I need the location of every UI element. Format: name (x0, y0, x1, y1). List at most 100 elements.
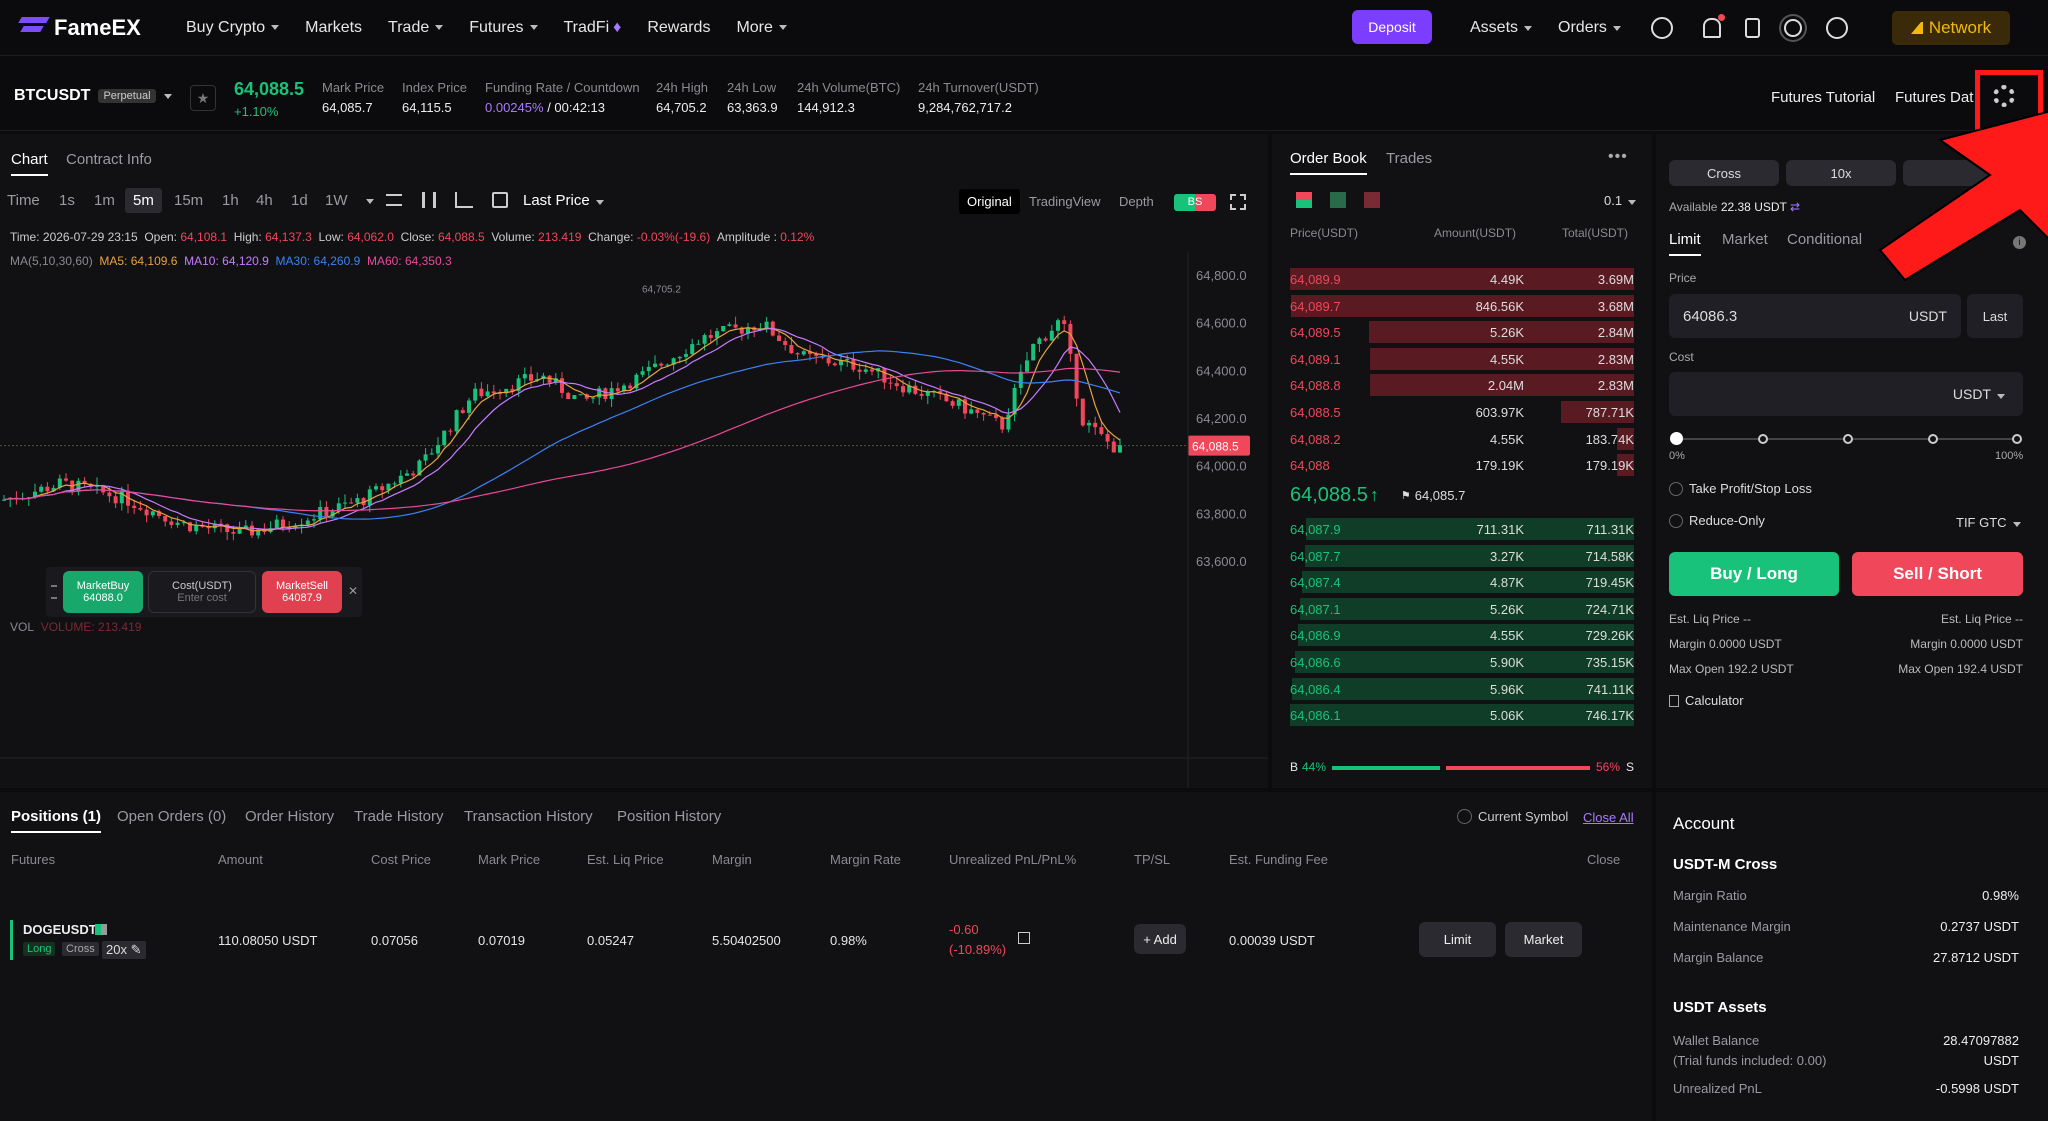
interval-15m[interactable]: 15m (174, 192, 203, 209)
drag-handle-icon[interactable] (51, 585, 57, 599)
tif-select[interactable]: TIF GTC (1956, 515, 2021, 530)
book-view-bids-icon[interactable] (1330, 192, 1346, 208)
nav-assets[interactable]: Assets (1470, 19, 1533, 37)
tpsl-checkbox[interactable]: Take Profit/Stop Loss (1669, 481, 1812, 496)
indicator-chart-icon[interactable] (455, 192, 473, 208)
nav-markets[interactable]: Markets (305, 19, 362, 37)
interval-5m[interactable]: 5m (125, 188, 162, 213)
tab-contract-info[interactable]: Contract Info (66, 151, 152, 168)
price-mode-select[interactable]: Last Price (523, 192, 604, 209)
bid-row[interactable]: 64,087.7 3.27K 714.58K (1290, 543, 1634, 569)
transfer-icon[interactable]: ⇄ (1790, 200, 1800, 214)
bid-row[interactable]: 64,086.9 4.55K 729.26K (1290, 622, 1634, 648)
bid-row[interactable]: 64,086.1 5.06K 746.17K (1290, 702, 1634, 728)
nav-orders[interactable]: Orders (1558, 19, 1621, 37)
slider-tick[interactable] (1758, 434, 1768, 444)
close-all-link[interactable]: Close All (1583, 810, 1634, 825)
ask-row[interactable]: 64,088.2 4.55K 183.74K (1290, 426, 1634, 452)
tab-transaction-history[interactable]: Transaction History (464, 808, 593, 825)
price-input[interactable]: 64086.3 USDT (1669, 294, 1961, 338)
book-view-both-icon[interactable] (1296, 192, 1312, 208)
tab-trade-history[interactable]: Trade History (354, 808, 443, 825)
interval-1d[interactable]: 1d (291, 192, 308, 209)
fameex-logo[interactable]: FameEX (20, 15, 160, 41)
slider-tick[interactable] (1928, 434, 1938, 444)
position-symbol[interactable]: DOGEUSDT (23, 922, 97, 937)
interval-time[interactable]: Time (7, 192, 40, 209)
order-tab-conditional[interactable]: Conditional (1787, 231, 1862, 248)
bid-row[interactable]: 64,086.6 5.90K 735.15K (1290, 649, 1634, 675)
view-depth[interactable]: Depth (1119, 194, 1154, 209)
tab-trades[interactable]: Trades (1386, 150, 1432, 167)
favorite-star-icon[interactable]: ★ (190, 85, 216, 111)
view-tradingview[interactable]: TradingView (1029, 194, 1101, 209)
tab-positions[interactable]: Positions (1) (11, 808, 102, 833)
chevron-down-icon[interactable] (366, 199, 374, 204)
tab-position-history[interactable]: Position History (617, 808, 721, 825)
buy-long-button[interactable]: Buy / Long (1669, 552, 1839, 596)
close-icon[interactable]: ✕ (348, 584, 358, 598)
slider-handle[interactable] (1670, 432, 1683, 445)
leverage-badge[interactable]: 20x ✎ (102, 941, 146, 959)
order-tab-limit[interactable]: Limit (1669, 231, 1701, 256)
bid-row[interactable]: 64,087.1 5.26K 724.71K (1290, 596, 1634, 622)
last-price-button[interactable]: Last (1967, 294, 2023, 338)
interval-1w[interactable]: 1W (325, 192, 348, 209)
bid-row[interactable]: 64,087.9 711.31K 711.31K (1290, 516, 1634, 542)
external-link-icon[interactable] (492, 192, 508, 208)
book-view-asks-icon[interactable] (1364, 192, 1380, 208)
market-buy-button[interactable]: MarketBuy 64088.0 (63, 571, 143, 613)
close-market-button[interactable]: Market (1505, 922, 1582, 957)
view-original[interactable]: Original (959, 189, 1020, 214)
network-button[interactable]: Network (1892, 11, 2010, 45)
bid-row[interactable]: 64,086.4 5.96K 741.11K (1290, 676, 1634, 702)
download-icon[interactable] (1744, 18, 1760, 38)
ask-row[interactable]: 64,088.5 603.97K 787.71K (1290, 399, 1634, 425)
cost-input[interactable]: Cost(USDT) Enter cost (148, 571, 256, 613)
more-options-icon[interactable]: ••• (1608, 148, 1628, 166)
calculator-link[interactable]: Calculator (1669, 693, 1744, 708)
interval-4h[interactable]: 4h (256, 192, 273, 209)
bell-icon[interactable] (1702, 14, 1725, 38)
deposit-button[interactable]: Deposit (1352, 10, 1432, 44)
reduce-only-checkbox[interactable]: Reduce-Only (1669, 513, 1765, 528)
tab-order-history[interactable]: Order History (245, 808, 334, 825)
ask-row[interactable]: 64,088.8 2.04M 2.83M (1290, 372, 1634, 398)
bs-toggle[interactable]: BS (1174, 194, 1216, 211)
nav-buy-crypto[interactable]: Buy Crypto (186, 19, 280, 37)
ask-row[interactable]: 64,089.1 4.55K 2.83M (1290, 346, 1634, 372)
margin-mode-button[interactable]: Cross (1669, 160, 1779, 186)
tab-open-orders[interactable]: Open Orders (0) (117, 808, 226, 825)
interval-1s[interactable]: 1s (59, 192, 75, 209)
close-limit-button[interactable]: Limit (1419, 922, 1496, 957)
candle-type-icon[interactable] (422, 192, 436, 208)
interval-1m[interactable]: 1m (94, 192, 115, 209)
current-symbol-checkbox[interactable]: Current Symbol (1457, 809, 1568, 824)
nav-more[interactable]: More (736, 19, 787, 37)
ask-row[interactable]: 64,089.9 4.49K 3.69M (1290, 266, 1634, 292)
fullscreen-icon[interactable] (1230, 194, 1246, 210)
ask-row[interactable]: 64,088 179.19K 179.19K (1290, 452, 1634, 478)
theme-sun-icon[interactable] (1783, 19, 1802, 37)
user-icon[interactable] (1650, 17, 1673, 39)
indicator-list-icon[interactable] (386, 194, 402, 206)
symbol-selector[interactable]: BTCUSDT Perpetual (14, 87, 172, 105)
order-tab-market[interactable]: Market (1722, 231, 1768, 248)
slider-tick[interactable] (1843, 434, 1853, 444)
sell-short-button[interactable]: Sell / Short (1852, 552, 2023, 596)
cost-unit-select[interactable]: USDT (1953, 386, 2005, 402)
slider-tick[interactable] (2012, 434, 2022, 444)
nav-futures[interactable]: Futures (469, 19, 538, 37)
ask-row[interactable]: 64,089.5 5.26K 2.84M (1290, 319, 1634, 345)
nav-rewards[interactable]: Rewards (647, 19, 710, 37)
globe-icon[interactable] (1825, 17, 1848, 39)
tab-order-book[interactable]: Order Book (1290, 150, 1367, 175)
ask-row[interactable]: 64,089.7 846.56K 3.68M (1290, 293, 1634, 319)
add-tpsl-button[interactable]: + Add (1134, 924, 1186, 954)
tab-chart[interactable]: Chart (11, 151, 48, 176)
nav-tradfi[interactable]: TradFi ♦ (564, 19, 622, 37)
nav-trade[interactable]: Trade (388, 19, 444, 37)
cost-input-field[interactable]: USDT (1669, 372, 2023, 416)
interval-1h[interactable]: 1h (222, 192, 239, 209)
precision-select[interactable]: 0.1 (1604, 193, 1637, 208)
